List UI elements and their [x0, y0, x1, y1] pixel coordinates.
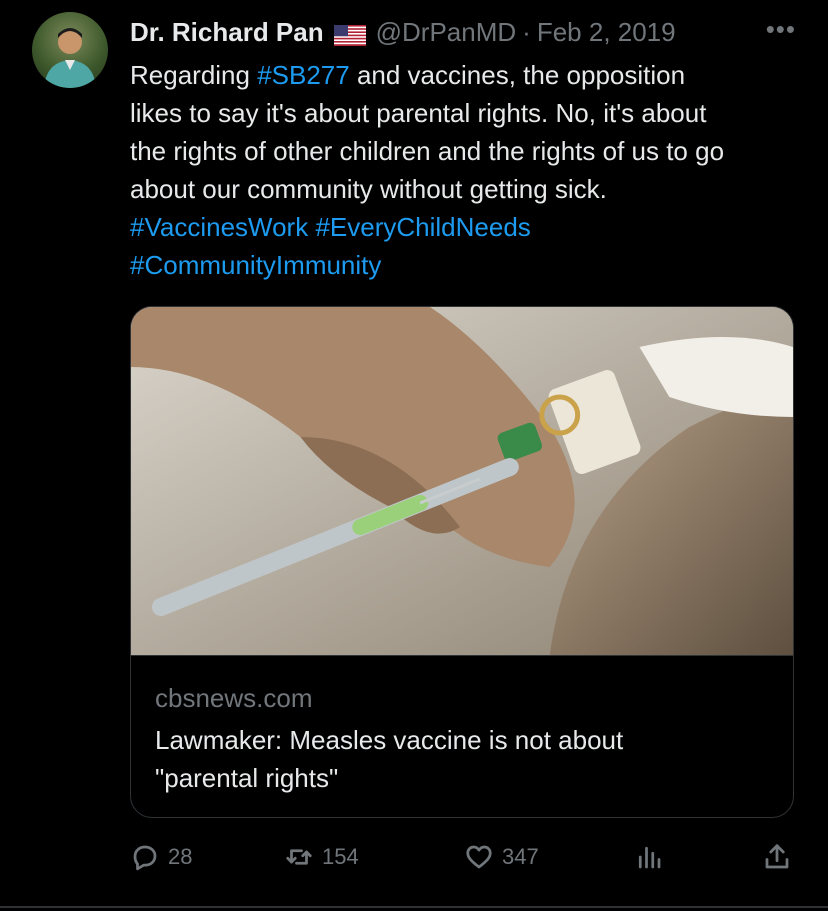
share-icon [765, 844, 789, 869]
link-card-image[interactable] [131, 307, 793, 655]
retweet-button[interactable]: 154 [284, 842, 359, 872]
reply-count: 28 [168, 844, 193, 869]
analytics-button[interactable] [634, 842, 672, 872]
separator-dot: · [522, 16, 531, 47]
link-card[interactable]: cbsnews.com Lawmaker: Measles vaccine is… [130, 306, 794, 818]
tweet-date[interactable]: Feb 2, 2019 [537, 17, 676, 48]
author-name[interactable]: Dr. Richard Pan [130, 17, 324, 48]
author-handle[interactable]: @DrPanMD [376, 17, 517, 48]
analytics-icon [638, 846, 661, 869]
like-count: 347 [502, 844, 539, 869]
link-card-title[interactable]: Lawmaker: Measles vaccine is not about "… [155, 721, 765, 797]
tweet-text-segment: Regarding [130, 60, 258, 90]
tweet-text: Regarding #SB277 and vaccines, the oppos… [130, 56, 810, 284]
retweet-icon [286, 849, 312, 865]
card-divider [131, 655, 793, 656]
us-flag-icon [333, 22, 366, 46]
retweet-count: 154 [322, 844, 359, 869]
tweet-header: Dr. Richard Pan @DrPanMD · Feb 2, 2019 [130, 14, 676, 50]
divider [0, 906, 828, 908]
reply-icon [133, 845, 157, 871]
link-card-domain[interactable]: cbsnews.com [155, 683, 313, 714]
heart-icon [466, 845, 492, 869]
tweet-actions: 28 154 347 [130, 842, 794, 882]
more-options-icon[interactable]: ••• [766, 14, 796, 45]
like-button[interactable]: 347 [464, 842, 539, 872]
hashtag-link[interactable]: #EveryChildNeeds [315, 212, 530, 242]
hashtag-link[interactable]: #SB277 [257, 60, 350, 90]
reply-button[interactable]: 28 [130, 842, 192, 872]
hashtag-link[interactable]: #CommunityImmunity [130, 250, 381, 280]
avatar[interactable] [32, 12, 108, 88]
hashtag-link[interactable]: #VaccinesWork [130, 212, 308, 242]
tweet[interactable]: Dr. Richard Pan @DrPanMD · Feb 2, 2019 •… [0, 0, 828, 911]
share-button[interactable] [762, 842, 800, 872]
